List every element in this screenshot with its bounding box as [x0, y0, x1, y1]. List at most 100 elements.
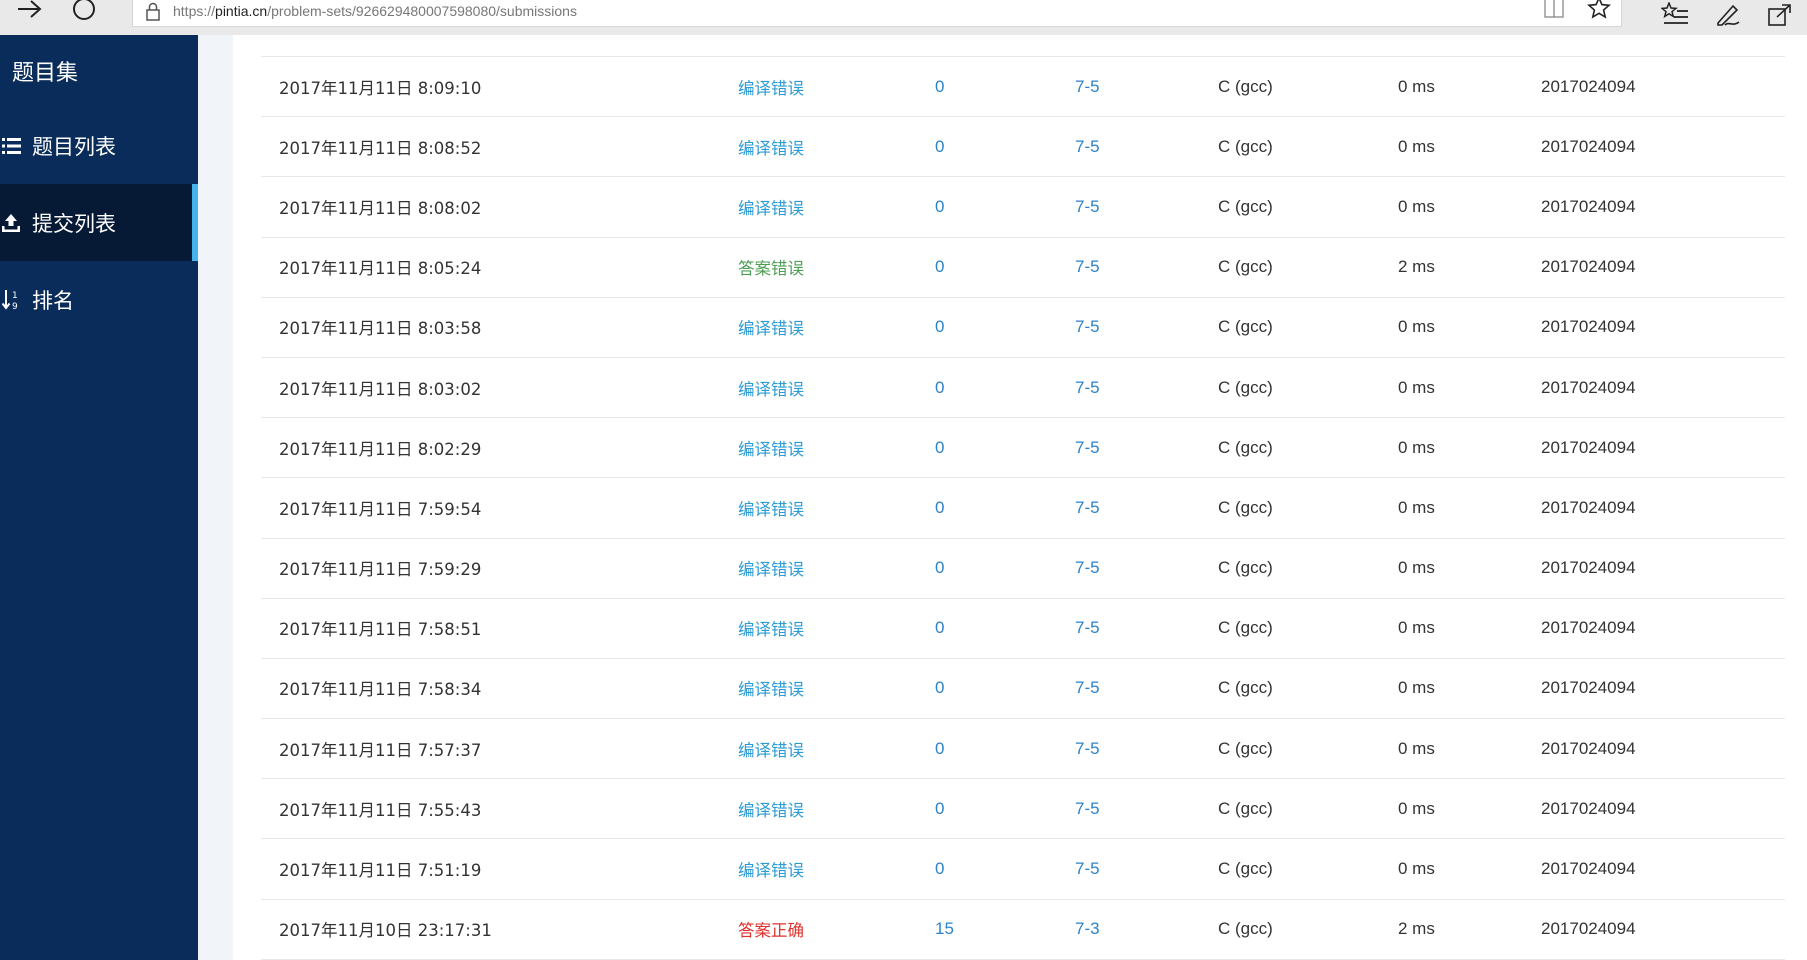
problem-link[interactable]: 7-5	[1075, 177, 1100, 236]
status-link[interactable]: 编译错误	[738, 117, 804, 176]
score-link[interactable]: 0	[935, 418, 944, 477]
refresh-icon	[73, 0, 95, 20]
problem-link[interactable]: 7-5	[1075, 719, 1100, 778]
submit-time: 2017年11月11日 8:05:24	[279, 259, 482, 279]
status-link[interactable]: 编译错误	[738, 418, 804, 477]
score-link[interactable]: 0	[935, 238, 944, 297]
status-link[interactable]: 编译错误	[738, 539, 804, 598]
submit-time: 2017年11月11日 8:08:02	[279, 198, 482, 218]
table-row: 2017年11月11日 7:57:37 编译错误 0 7-5 C (gcc) 0…	[261, 719, 1785, 780]
url-path: /problem-sets/926629480007598080/submiss…	[267, 2, 577, 19]
problem-link[interactable]: 7-5	[1075, 358, 1100, 417]
status-link[interactable]: 编译错误	[738, 177, 804, 236]
reading-view-icon[interactable]	[1543, 0, 1565, 24]
submissions-panel: 2017年11月11日 8:09:10 编译错误 0 7-5 C (gcc) 0…	[233, 35, 1807, 960]
sidebar-item-label: 提交列表	[32, 211, 116, 236]
problem-link[interactable]: 7-5	[1075, 839, 1100, 898]
status-link[interactable]: 编译错误	[738, 839, 804, 898]
sidebar-item-label: 题目列表	[32, 134, 116, 159]
score-link[interactable]: 0	[935, 117, 944, 176]
status-link[interactable]: 编译错误	[738, 298, 804, 357]
score-link[interactable]: 0	[935, 358, 944, 417]
status-link[interactable]: 编译错误	[738, 358, 804, 417]
list-icon	[2, 137, 32, 155]
run-time: 0 ms	[1398, 678, 1435, 698]
score-link[interactable]: 0	[935, 659, 944, 718]
table-row: 2017年11月11日 8:08:02 编译错误 0 7-5 C (gcc) 0…	[261, 177, 1785, 238]
compiler: C (gcc)	[1218, 76, 1273, 96]
table-row: 2017年11月11日 8:02:29 编译错误 0 7-5 C (gcc) 0…	[261, 418, 1785, 479]
problem-link[interactable]: 7-5	[1075, 539, 1100, 598]
sidebar-item-problem-list[interactable]: 题目列表	[0, 107, 198, 184]
pen-notes-icon[interactable]	[1715, 3, 1741, 32]
address-bar[interactable]: https://pintia.cn/problem-sets/926629480…	[132, 0, 1622, 27]
problem-link[interactable]: 7-5	[1075, 478, 1100, 537]
status-link[interactable]: 编译错误	[738, 659, 804, 718]
compiler: C (gcc)	[1218, 377, 1273, 397]
user-id: 2017024094	[1541, 317, 1636, 337]
svg-text:9: 9	[12, 302, 18, 311]
table-row: 2017年11月11日 7:59:29 编译错误 0 7-5 C (gcc) 0…	[261, 539, 1785, 599]
refresh-button[interactable]	[62, 0, 106, 26]
score-link[interactable]: 0	[935, 779, 944, 838]
user-id: 2017024094	[1541, 798, 1636, 818]
user-id: 2017024094	[1541, 618, 1636, 638]
status-link[interactable]: 答案正确	[738, 900, 804, 959]
run-time: 0 ms	[1398, 76, 1435, 96]
submit-time: 2017年11月11日 8:03:02	[279, 379, 482, 399]
submit-time: 2017年11月10日 23:17:31	[279, 921, 492, 941]
forward-button[interactable]	[8, 0, 52, 26]
status-link[interactable]: 答案错误	[738, 238, 804, 297]
problem-link[interactable]: 7-5	[1075, 57, 1100, 116]
status-link[interactable]: 编译错误	[738, 478, 804, 537]
sidebar-item-submissions[interactable]: 提交列表	[0, 184, 198, 261]
compiler: C (gcc)	[1218, 437, 1273, 457]
score-link[interactable]: 0	[935, 57, 944, 116]
user-id: 2017024094	[1541, 497, 1636, 517]
sidebar-item-ranking[interactable]: 1 9 排名	[0, 261, 198, 338]
user-id: 2017024094	[1541, 558, 1636, 578]
problem-link[interactable]: 7-5	[1075, 659, 1100, 718]
submit-time: 2017年11月11日 7:55:43	[279, 800, 482, 820]
score-link[interactable]: 15	[935, 900, 954, 959]
compiler: C (gcc)	[1218, 136, 1273, 156]
score-link[interactable]: 0	[935, 719, 944, 778]
run-time: 0 ms	[1398, 738, 1435, 758]
table-row: 2017年11月11日 7:58:51 编译错误 0 7-5 C (gcc) 0…	[261, 599, 1785, 659]
compiler: C (gcc)	[1218, 618, 1273, 638]
score-link[interactable]: 0	[935, 539, 944, 598]
problem-link[interactable]: 7-5	[1075, 599, 1100, 658]
score-link[interactable]: 0	[935, 839, 944, 898]
user-id: 2017024094	[1541, 377, 1636, 397]
problem-link[interactable]: 7-5	[1075, 298, 1100, 357]
problem-link[interactable]: 7-5	[1075, 238, 1100, 297]
favorites-list-icon[interactable]	[1660, 0, 1689, 33]
status-link[interactable]: 编译错误	[738, 779, 804, 838]
table-row: 2017年11月11日 8:05:24 答案错误 0 7-5 C (gcc) 2…	[261, 238, 1785, 298]
score-link[interactable]: 0	[935, 599, 944, 658]
url-text: https://pintia.cn/problem-sets/926629480…	[173, 3, 577, 19]
user-id: 2017024094	[1541, 136, 1636, 156]
compiler: C (gcc)	[1218, 919, 1273, 939]
user-id: 2017024094	[1541, 76, 1636, 96]
run-time: 0 ms	[1398, 798, 1435, 818]
status-link[interactable]: 编译错误	[738, 57, 804, 116]
problem-link[interactable]: 7-5	[1075, 418, 1100, 477]
compiler: C (gcc)	[1218, 558, 1273, 578]
table-row: 2017年11月10日 23:17:31 答案正确 15 7-3 C (gcc)…	[261, 900, 1785, 960]
status-link[interactable]: 编译错误	[738, 599, 804, 658]
svg-text:1: 1	[12, 291, 18, 301]
favorite-star-icon[interactable]	[1587, 0, 1611, 25]
url-prefix: https://	[173, 2, 216, 19]
problem-link[interactable]: 7-5	[1075, 117, 1100, 176]
table-top-edge	[261, 35, 1785, 57]
share-icon[interactable]	[1767, 3, 1793, 32]
sidebar-title: 题目集	[12, 61, 79, 86]
problem-link[interactable]: 7-5	[1075, 779, 1100, 838]
score-link[interactable]: 0	[935, 177, 944, 236]
status-link[interactable]: 编译错误	[738, 719, 804, 778]
score-link[interactable]: 0	[935, 298, 944, 357]
problem-link[interactable]: 7-3	[1075, 900, 1100, 959]
score-link[interactable]: 0	[935, 478, 944, 537]
run-time: 0 ms	[1398, 437, 1435, 457]
